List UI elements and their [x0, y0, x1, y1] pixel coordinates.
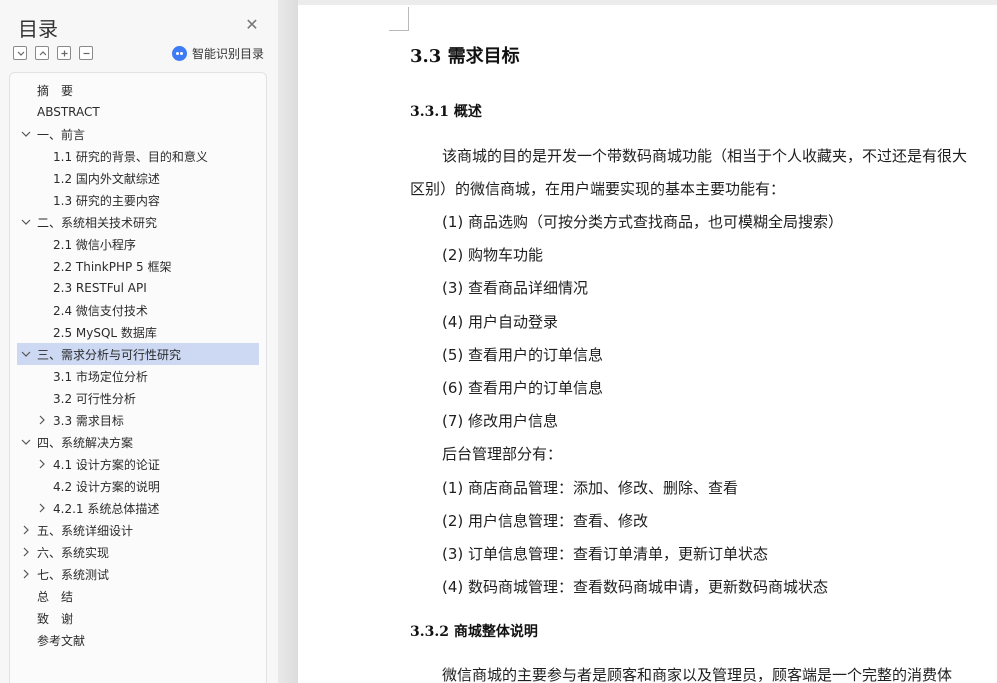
toc-item[interactable]: 3.1 市场定位分析: [17, 365, 259, 387]
toc-pane: 目录 ✕ 智能识别目录 摘 要 ABSTRACT 一、前言 1.1 研究的背景、目的和…: [0, 0, 278, 683]
toc-tree: 摘 要 ABSTRACT 一、前言 1.1 研究的背景、目的和意义 1.2 国内外文献综…: [9, 72, 267, 683]
toc-item-label: 4.2 设计方案的说明: [53, 479, 160, 494]
chevron-right-icon[interactable]: [21, 525, 31, 535]
document-page: 3.3 需求目标 3.3.1 概述 该商城的目的是开发一个带数码商城功能（相当于…: [298, 0, 997, 683]
ai-assistant-icon: [172, 46, 187, 61]
toc-item-label: 3.2 可行性分析: [53, 391, 136, 406]
toc-item-label: 致 谢: [37, 611, 74, 626]
toc-item-label: 1.1 研究的背景、目的和意义: [53, 149, 208, 164]
toc-item[interactable]: 摘 要: [17, 79, 259, 101]
user-feature-item: (3) 查看商品详细情况: [442, 279, 589, 297]
user-feature-item: (1) 商品选购（可按分类方式查找商品，也可模糊全局搜索）: [442, 213, 844, 231]
toc-item[interactable]: 致 谢: [17, 607, 259, 629]
admin-feature-item: (3) 订单信息管理：查看订单清单，更新订单状态: [442, 545, 769, 563]
chevron-right-icon[interactable]: [37, 503, 47, 513]
toc-item-label: 六、系统实现: [37, 545, 110, 560]
toc-item-label: 1.3 研究的主要内容: [53, 193, 160, 208]
toc-item[interactable]: 七、系统测试: [17, 563, 259, 585]
toc-item-label: 七、系统测试: [37, 567, 110, 582]
collapse-all-icon[interactable]: [13, 46, 27, 60]
user-feature-item: (4) 用户自动登录: [442, 313, 559, 331]
toc-item-label: 四、系统解决方案: [37, 435, 134, 450]
toc-item-label: 2.3 RESTFul API: [53, 281, 147, 295]
toc-item[interactable]: 2.1 微信小程序: [17, 233, 259, 255]
closing-paragraph-line: 微信商城的主要参与者是顾客和商家以及管理员，顾客端是一个完整的消费体: [442, 666, 953, 683]
toc-item[interactable]: 六、系统实现: [17, 541, 259, 563]
toc-item-label: 摘 要: [37, 83, 74, 98]
toc-item[interactable]: ABSTRACT: [17, 101, 259, 123]
toc-item-label: 五、系统详细设计: [37, 523, 134, 538]
toc-toolbar: [13, 46, 93, 62]
toc-item[interactable]: 3.2 可行性分析: [17, 387, 259, 409]
toc-item-label: 一、前言: [37, 127, 86, 142]
toc-item[interactable]: 二、系统相关技术研究: [17, 211, 259, 233]
toc-item[interactable]: 2.3 RESTFul API: [17, 277, 259, 299]
toc-item-label: 总 结: [37, 589, 74, 604]
toc-item[interactable]: 2.5 MySQL 数据库: [17, 321, 259, 343]
chevron-down-icon[interactable]: [21, 217, 31, 227]
add-heading-icon[interactable]: [57, 46, 71, 60]
section-heading: 3.3 需求目标: [410, 46, 520, 67]
page-top-edge: [298, 0, 997, 5]
smart-toc-button[interactable]: 智能识别目录: [172, 45, 264, 62]
toc-item[interactable]: 四、系统解决方案: [17, 431, 259, 453]
toc-item-label: 4.2.1 系统总体描述: [53, 501, 160, 516]
close-icon[interactable]: ✕: [244, 17, 260, 33]
toc-item[interactable]: 1.1 研究的背景、目的和意义: [17, 145, 259, 167]
pane-divider[interactable]: [278, 0, 298, 683]
chevron-right-icon[interactable]: [37, 459, 47, 469]
toc-item[interactable]: 三、需求分析与可行性研究: [17, 343, 259, 365]
chevron-down-icon[interactable]: [21, 349, 31, 359]
user-feature-item: (7) 修改用户信息: [442, 412, 559, 430]
chevron-down-icon[interactable]: [21, 129, 31, 139]
subsection-heading-overall: 3.3.2 商城整体说明: [410, 624, 538, 640]
admin-feature-item: (4) 数码商城管理：查看数码商城申请，更新数码商城状态: [442, 578, 829, 596]
toc-item-label: 三、需求分析与可行性研究: [37, 347, 182, 362]
toc-item-label: 二、系统相关技术研究: [37, 215, 158, 230]
intro-paragraph-line-1: 该商城的目的是开发一个带数码商城功能（相当于个人收藏夹，不过还是有很大: [442, 147, 968, 165]
subsection-heading-overview: 3.3.1 概述: [410, 104, 482, 120]
toc-item[interactable]: 2.4 微信支付技术: [17, 299, 259, 321]
user-feature-item: (6) 查看用户的订单信息: [442, 379, 604, 397]
admin-intro: 后台管理部分有：: [442, 445, 563, 463]
user-feature-item: (5) 查看用户的订单信息: [442, 346, 604, 364]
toc-item-label: 2.5 MySQL 数据库: [53, 325, 157, 340]
toc-item-label: 1.2 国内外文献综述: [53, 171, 160, 186]
toc-item-label: ABSTRACT: [37, 105, 100, 119]
intro-paragraph-line-2: 区别）的微信商城，在用户端要实现的基本主要功能有：: [410, 180, 786, 198]
page-corner-mark: [389, 7, 409, 31]
chevron-right-icon[interactable]: [37, 415, 47, 425]
toc-item[interactable]: 4.2 设计方案的说明: [17, 475, 259, 497]
toc-item[interactable]: 4.2.1 系统总体描述: [17, 497, 259, 519]
toc-item-label: 4.1 设计方案的论证: [53, 457, 160, 472]
chevron-right-icon[interactable]: [21, 569, 31, 579]
toc-item[interactable]: 一、前言: [17, 123, 259, 145]
toc-item[interactable]: 五、系统详细设计: [17, 519, 259, 541]
admin-feature-item: (1) 商店商品管理：添加、修改、删除、查看: [442, 479, 739, 497]
chevron-down-icon[interactable]: [21, 437, 31, 447]
toc-item-label: 2.1 微信小程序: [53, 237, 136, 252]
toc-title: 目录: [18, 17, 58, 41]
toc-item-label: 参考文献: [37, 633, 86, 648]
chevron-right-icon[interactable]: [21, 547, 31, 557]
smart-toc-label: 智能识别目录: [192, 47, 265, 61]
remove-heading-icon[interactable]: [79, 46, 93, 60]
toc-item[interactable]: 2.2 ThinkPHP 5 框架: [17, 255, 259, 277]
toc-item-label: 3.3 需求目标: [53, 413, 124, 428]
toc-item[interactable]: 1.3 研究的主要内容: [17, 189, 259, 211]
toc-item[interactable]: 4.1 设计方案的论证: [17, 453, 259, 475]
expand-all-icon[interactable]: [35, 46, 49, 60]
toc-item-label: 2.2 ThinkPHP 5 框架: [53, 259, 172, 274]
toc-item-label: 2.4 微信支付技术: [53, 303, 148, 318]
toc-item[interactable]: 3.3 需求目标: [17, 409, 259, 431]
toc-item[interactable]: 总 结: [17, 585, 259, 607]
user-feature-item: (2) 购物车功能: [442, 246, 544, 264]
toc-item[interactable]: 1.2 国内外文献综述: [17, 167, 259, 189]
admin-feature-item: (2) 用户信息管理：查看、修改: [442, 512, 649, 530]
toc-item[interactable]: 参考文献: [17, 629, 259, 651]
toc-item-label: 3.1 市场定位分析: [53, 369, 148, 384]
